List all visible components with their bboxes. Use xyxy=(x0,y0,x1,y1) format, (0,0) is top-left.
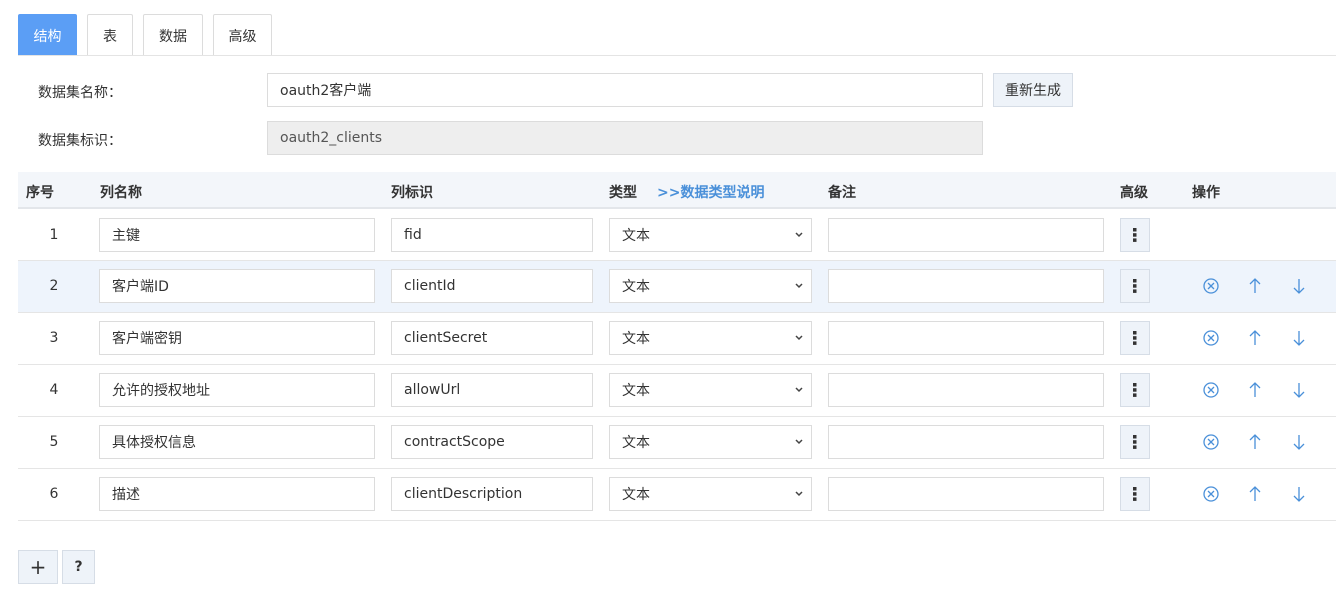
table-row: 4 文本 xyxy=(18,365,1336,417)
header-column-id: 列标识 xyxy=(391,185,433,201)
column-id-input[interactable] xyxy=(391,373,593,407)
move-up-icon[interactable] xyxy=(1246,277,1264,295)
move-down-icon[interactable] xyxy=(1290,433,1308,451)
move-up-icon[interactable] xyxy=(1246,329,1264,347)
chevron-down-icon xyxy=(795,232,803,238)
move-down-icon[interactable] xyxy=(1290,381,1308,399)
row-index: 4 xyxy=(49,382,59,398)
delete-row-icon[interactable] xyxy=(1202,277,1220,295)
regenerate-button[interactable]: 重新生成 xyxy=(993,73,1073,107)
type-select-value: 文本 xyxy=(622,331,650,347)
advanced-options-button[interactable] xyxy=(1120,477,1150,511)
column-name-input[interactable] xyxy=(99,425,375,459)
row-index: 1 xyxy=(49,227,59,243)
row-index: 3 xyxy=(49,330,59,346)
type-select-value: 文本 xyxy=(622,228,650,244)
more-vertical-icon xyxy=(1133,331,1137,345)
tab-advanced[interactable]: 高级 xyxy=(213,14,272,56)
dataset-id-label: 数据集标识： xyxy=(38,133,122,149)
more-vertical-icon xyxy=(1133,279,1137,293)
table-row: 5 文本 xyxy=(18,417,1336,469)
type-select[interactable]: 文本 xyxy=(609,218,812,252)
chevron-down-icon xyxy=(795,491,803,497)
advanced-options-button[interactable] xyxy=(1120,269,1150,303)
chevron-down-icon xyxy=(795,335,803,341)
column-name-input[interactable] xyxy=(99,269,375,303)
move-up-icon[interactable] xyxy=(1246,485,1264,503)
column-name-input[interactable] xyxy=(99,321,375,355)
data-type-help-link[interactable]: >>数据类型说明 xyxy=(657,182,764,202)
column-id-input[interactable] xyxy=(391,425,593,459)
row-index: 6 xyxy=(49,486,59,502)
tab-table[interactable]: 表 xyxy=(87,14,133,56)
column-id-input[interactable] xyxy=(391,321,593,355)
chevron-down-icon xyxy=(795,439,803,445)
dataset-name-input[interactable] xyxy=(267,73,983,107)
add-row-button[interactable]: + xyxy=(18,550,58,584)
remark-input[interactable] xyxy=(828,425,1104,459)
dataset-name-label: 数据集名称： xyxy=(38,85,122,101)
dataset-id-input[interactable] xyxy=(267,121,983,155)
type-select-value: 文本 xyxy=(622,435,650,451)
row-index: 2 xyxy=(49,278,59,294)
type-select-value: 文本 xyxy=(622,279,650,295)
move-down-icon[interactable] xyxy=(1290,277,1308,295)
delete-row-icon[interactable] xyxy=(1202,485,1220,503)
delete-row-icon[interactable] xyxy=(1202,329,1220,347)
row-index: 5 xyxy=(49,434,59,450)
chevron-down-icon xyxy=(795,283,803,289)
type-select[interactable]: 文本 xyxy=(609,477,812,511)
remark-input[interactable] xyxy=(828,477,1104,511)
type-select[interactable]: 文本 xyxy=(609,373,812,407)
move-up-icon[interactable] xyxy=(1246,381,1264,399)
column-name-input[interactable] xyxy=(99,477,375,511)
remark-input[interactable] xyxy=(828,321,1104,355)
delete-row-icon[interactable] xyxy=(1202,433,1220,451)
chevron-down-icon xyxy=(795,387,803,393)
delete-row-icon[interactable] xyxy=(1202,381,1220,399)
column-id-input[interactable] xyxy=(391,477,593,511)
move-down-icon[interactable] xyxy=(1290,329,1308,347)
header-remark: 备注 xyxy=(828,185,856,201)
type-select[interactable]: 文本 xyxy=(609,425,812,459)
table-header: 序号 列名称 列标识 类型 >>数据类型说明 备注 高级 操作 xyxy=(18,172,1336,209)
header-advanced: 高级 xyxy=(1120,185,1148,201)
type-select-value: 文本 xyxy=(622,383,650,399)
table-row: 6 文本 xyxy=(18,469,1336,521)
move-down-icon[interactable] xyxy=(1290,485,1308,503)
type-select[interactable]: 文本 xyxy=(609,269,812,303)
tab-divider xyxy=(18,55,1336,56)
advanced-options-button[interactable] xyxy=(1120,321,1150,355)
remark-input[interactable] xyxy=(828,218,1104,252)
column-id-input[interactable] xyxy=(391,269,593,303)
advanced-options-button[interactable] xyxy=(1120,425,1150,459)
tab-data[interactable]: 数据 xyxy=(143,14,203,56)
remark-input[interactable] xyxy=(828,269,1104,303)
table-row: 3 文本 xyxy=(18,313,1336,365)
help-button[interactable]: ? xyxy=(62,550,95,584)
header-index: 序号 xyxy=(26,185,54,201)
type-select[interactable]: 文本 xyxy=(609,321,812,355)
column-name-input[interactable] xyxy=(99,373,375,407)
column-name-input[interactable] xyxy=(99,218,375,252)
table-row: 1 文本 xyxy=(18,210,1336,261)
table-row: 2 文本 xyxy=(18,261,1336,313)
remark-input[interactable] xyxy=(828,373,1104,407)
header-actions: 操作 xyxy=(1192,185,1220,201)
more-vertical-icon xyxy=(1133,383,1137,397)
header-type: 类型 xyxy=(609,185,637,201)
tab-bar: 结构 表 数据 高级 xyxy=(18,14,282,56)
type-select-value: 文本 xyxy=(622,487,650,503)
more-vertical-icon xyxy=(1133,487,1137,501)
more-vertical-icon xyxy=(1133,228,1137,242)
move-up-icon[interactable] xyxy=(1246,433,1264,451)
tab-structure[interactable]: 结构 xyxy=(18,14,77,56)
more-vertical-icon xyxy=(1133,435,1137,449)
column-id-input[interactable] xyxy=(391,218,593,252)
advanced-options-button[interactable] xyxy=(1120,373,1150,407)
advanced-options-button[interactable] xyxy=(1120,218,1150,252)
header-column-name: 列名称 xyxy=(100,185,142,201)
